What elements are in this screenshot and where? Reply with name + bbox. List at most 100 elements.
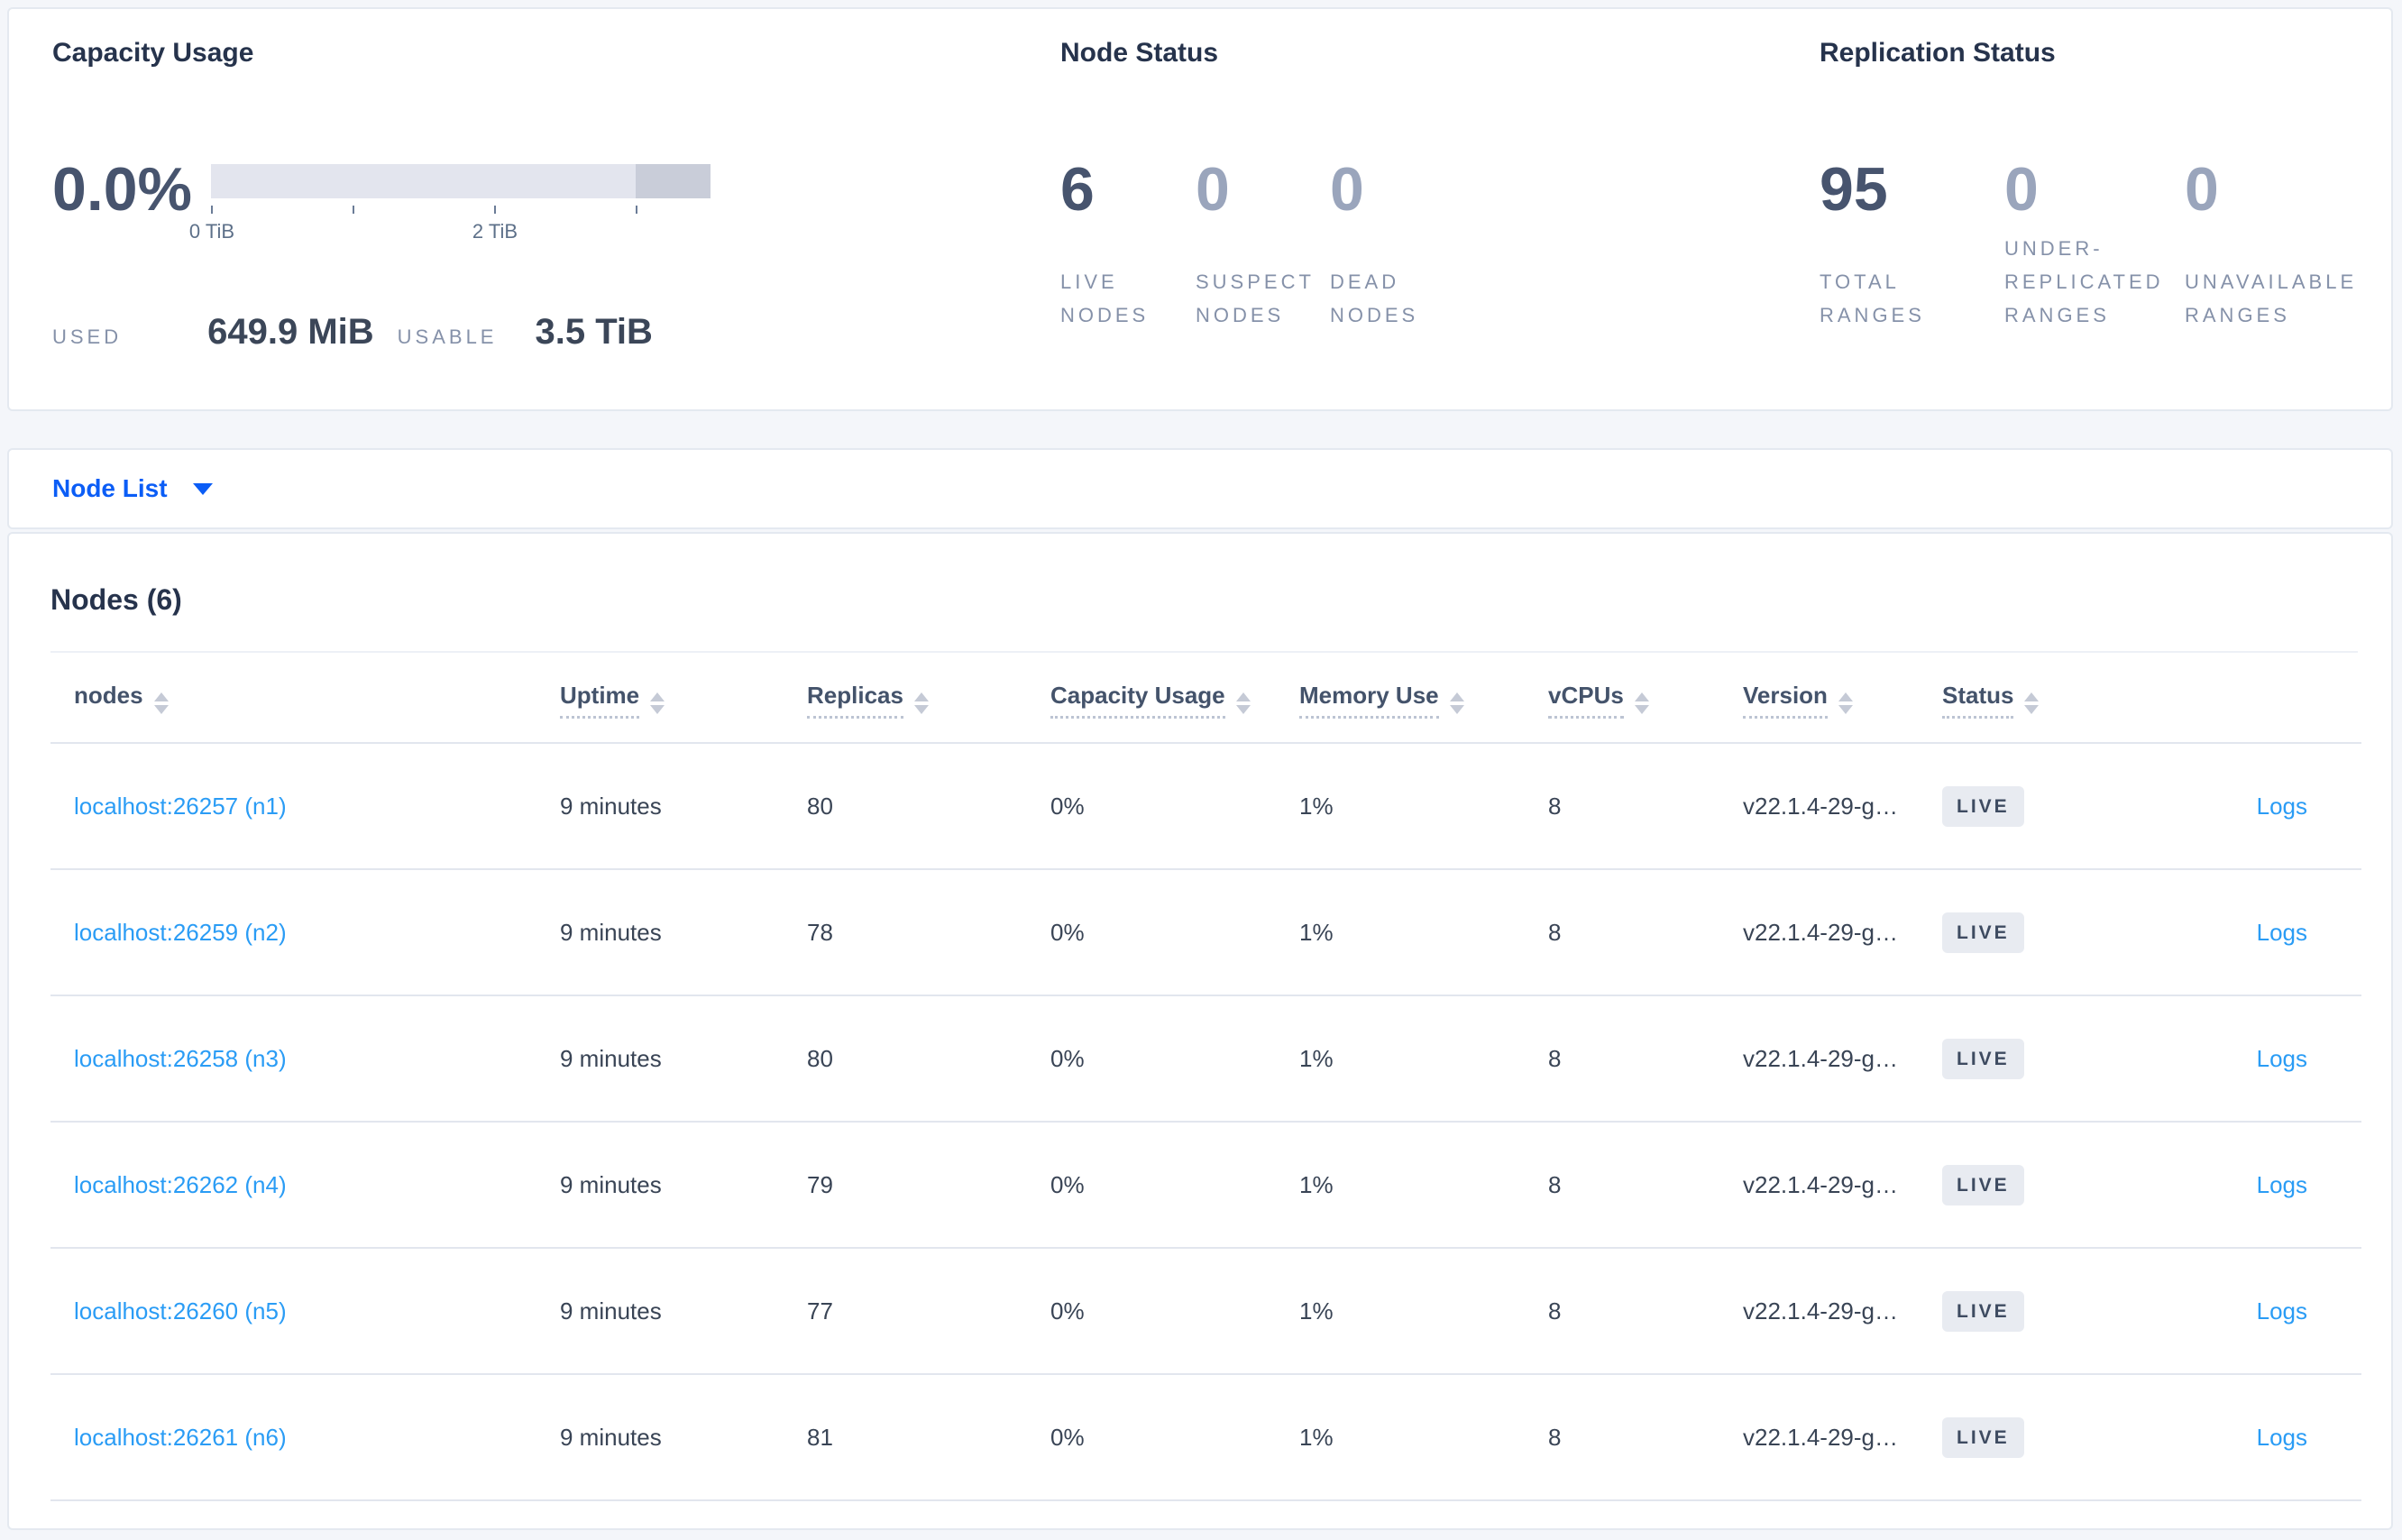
used-value: 649.9 MiB — [207, 312, 374, 352]
replicas-cell: 78 — [784, 869, 1027, 996]
column-header-nodes[interactable]: nodes — [50, 653, 536, 744]
replication-status-title: Replication Status — [1820, 38, 2056, 68]
status-badge: LIVE — [1942, 1290, 2024, 1332]
column-header-logs — [2160, 653, 2361, 744]
node-link[interactable]: localhost:26262 (n4) — [74, 1171, 287, 1198]
node-list-dropdown-label: Node List — [52, 474, 168, 502]
logs-link[interactable]: Logs — [2257, 1045, 2307, 1072]
uptime-cell: 9 minutes — [536, 869, 784, 996]
vcpus-cell: 8 — [1525, 1248, 1719, 1375]
status-cell: LIVE — [1919, 1374, 2160, 1501]
capacity-bar — [211, 164, 711, 198]
sort-icon — [650, 692, 665, 714]
status-cell: LIVE — [1919, 869, 2160, 996]
capacity-cell: 0% — [1027, 1248, 1276, 1375]
suspect-nodes-stat: 0 SUSPECT NODES — [1196, 153, 1330, 332]
replicas-cell: 77 — [784, 1248, 1027, 1375]
column-header-capacity-usage[interactable]: Capacity Usage — [1027, 653, 1276, 744]
vcpus-cell: 8 — [1525, 869, 1719, 996]
axis-tick — [353, 206, 354, 214]
status-badge: LIVE — [1942, 1164, 2024, 1205]
table-row: localhost:26259 (n2) 9 minutes 78 0% 1% … — [50, 869, 2361, 996]
logs-link[interactable]: Logs — [2257, 1171, 2307, 1198]
under-replicated-ranges-label: UNDER-REPLICATED RANGES — [2004, 237, 2164, 326]
node-link[interactable]: localhost:26257 (n1) — [74, 793, 287, 820]
nodes-table-card: Nodes (6) nodes Uptime Replicas Capacity… — [7, 532, 2393, 1530]
column-header-memory-use[interactable]: Memory Use — [1276, 653, 1525, 744]
memory-cell: 1% — [1276, 1374, 1525, 1501]
column-header-version[interactable]: Version — [1719, 653, 1919, 744]
capacity-bar-chart: 0 TiB 2 TiB — [189, 164, 711, 243]
node-status-section: Node Status 6 LIVE NODES 0 SUSPECT NODES… — [1060, 36, 1746, 386]
node-link[interactable]: localhost:26260 (n5) — [74, 1297, 287, 1325]
version-cell: v22.1.4-29-g… — [1719, 995, 1919, 1123]
node-link[interactable]: localhost:26261 (n6) — [74, 1424, 287, 1451]
replication-stats: 95 TOTAL RANGES 0 UNDER-REPLICATED RANGE… — [1820, 153, 2401, 332]
memory-cell: 1% — [1276, 1248, 1525, 1375]
capacity-usage-section: Capacity Usage 0.0% 0 TiB 2 TiB USED 649… — [52, 36, 1008, 386]
node-link[interactable]: localhost:26259 (n2) — [74, 919, 287, 946]
column-header-replicas[interactable]: Replicas — [784, 653, 1027, 744]
suspect-nodes-label: SUSPECT NODES — [1196, 270, 1315, 326]
version-cell: v22.1.4-29-g… — [1719, 1122, 1919, 1249]
table-row: localhost:26257 (n1) 9 minutes 80 0% 1% … — [50, 743, 2361, 870]
live-nodes-label: LIVE NODES — [1060, 270, 1150, 326]
version-cell: v22.1.4-29-g… — [1719, 1374, 1919, 1501]
nodes-table-title: Nodes (6) — [50, 583, 182, 616]
axis-tick-label: 0 TiB — [188, 220, 235, 243]
axis-tick — [636, 206, 637, 214]
table-row: localhost:26260 (n5) 9 minutes 77 0% 1% … — [50, 1248, 2361, 1375]
usable-label: USABLE — [397, 325, 498, 348]
unavailable-ranges-value: 0 — [2185, 155, 2219, 224]
vcpus-cell: 8 — [1525, 1374, 1719, 1501]
capacity-cell: 0% — [1027, 743, 1276, 870]
version-cell: v22.1.4-29-g… — [1719, 869, 1919, 996]
vcpus-cell: 8 — [1525, 1122, 1719, 1249]
column-header-status[interactable]: Status — [1919, 653, 2160, 744]
capacity-cell: 0% — [1027, 1374, 1276, 1501]
total-ranges-label: TOTAL RANGES — [1820, 270, 1925, 326]
live-nodes-value: 6 — [1060, 155, 1095, 224]
column-header-uptime[interactable]: Uptime — [536, 653, 784, 744]
table-row: localhost:26261 (n6) 9 minutes 81 0% 1% … — [50, 1374, 2361, 1501]
table-row: localhost:26258 (n3) 9 minutes 80 0% 1% … — [50, 995, 2361, 1123]
status-cell: LIVE — [1919, 1122, 2160, 1249]
capacity-cell: 0% — [1027, 869, 1276, 996]
total-ranges-stat: 95 TOTAL RANGES — [1820, 153, 2004, 332]
node-list-dropdown[interactable]: Node List — [52, 474, 213, 503]
replication-status-section: Replication Status 95 TOTAL RANGES 0 UND… — [1820, 36, 2379, 386]
node-link[interactable]: localhost:26258 (n3) — [74, 1045, 287, 1072]
logs-link[interactable]: Logs — [2257, 793, 2307, 820]
replicas-cell: 80 — [784, 995, 1027, 1123]
total-ranges-value: 95 — [1820, 155, 1888, 224]
dead-nodes-value: 0 — [1330, 155, 1364, 224]
unavailable-ranges-stat: 0 UNAVAILABLE RANGES — [2185, 153, 2401, 332]
memory-cell: 1% — [1276, 743, 1525, 870]
memory-cell: 1% — [1276, 869, 1525, 996]
capacity-usage-title: Capacity Usage — [52, 38, 254, 68]
capacity-used-usable-row: USED 649.9 MiB USABLE 3.5 TiB — [52, 312, 653, 353]
axis-tick — [211, 206, 213, 214]
axis-tick — [494, 206, 496, 214]
status-cell: LIVE — [1919, 995, 2160, 1123]
logs-link[interactable]: Logs — [2257, 1297, 2307, 1325]
status-cell: LIVE — [1919, 743, 2160, 870]
axis-tick-label: 2 TiB — [472, 220, 518, 243]
under-replicated-ranges-value: 0 — [2004, 155, 2039, 224]
node-status-stats: 6 LIVE NODES 0 SUSPECT NODES 0 DEAD NODE… — [1060, 153, 1465, 332]
chevron-down-icon — [192, 482, 213, 495]
capacity-cell: 0% — [1027, 995, 1276, 1123]
capacity-percent-value: 0.0% — [52, 155, 192, 224]
logs-link[interactable]: Logs — [2257, 1424, 2307, 1451]
logs-link[interactable]: Logs — [2257, 919, 2307, 946]
sort-icon — [1449, 692, 1464, 714]
memory-cell: 1% — [1276, 1122, 1525, 1249]
version-cell: v22.1.4-29-g… — [1719, 1248, 1919, 1375]
capacity-cell: 0% — [1027, 1122, 1276, 1249]
uptime-cell: 9 minutes — [536, 1122, 784, 1249]
sort-icon — [1838, 692, 1853, 714]
sort-icon — [153, 692, 169, 714]
column-header-vcpus[interactable]: vCPUs — [1525, 653, 1719, 744]
dead-nodes-label: DEAD NODES — [1330, 270, 1419, 326]
uptime-cell: 9 minutes — [536, 1248, 784, 1375]
